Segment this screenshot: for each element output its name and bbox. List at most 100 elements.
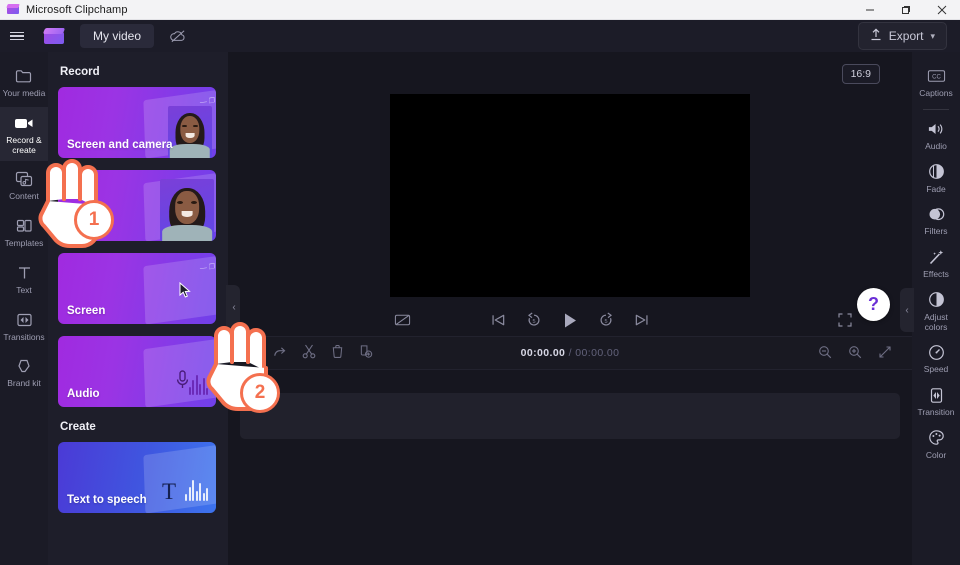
transitions-icon <box>14 311 34 329</box>
clipchamp-window: Microsoft Clipchamp My video Export ▾ Yo… <box>0 0 960 565</box>
tool-label: Speed <box>923 364 949 375</box>
forward-5-seconds-icon[interactable]: 5 <box>598 312 614 328</box>
fit-to-screen-icon[interactable] <box>878 345 892 362</box>
timeline-toolbar: 00:00.00 / 00:00.00 <box>228 336 912 370</box>
tool-speed[interactable]: Speed <box>912 337 960 380</box>
annotation-step-badge-1: 1 <box>74 200 114 240</box>
left-navigation-rail: Your media Record & create Content Templ… <box>0 52 48 565</box>
skip-to-end-icon[interactable] <box>634 313 649 327</box>
time-separator: / <box>568 347 572 359</box>
sidebar-item-brand-kit[interactable]: Brand kit <box>0 350 48 395</box>
sidebar-item-your-media[interactable]: Your media <box>0 60 48 105</box>
mouse-cursor-icon <box>179 281 192 302</box>
playback-controls: 5 5 <box>228 304 912 336</box>
help-question-icon: ? <box>868 294 879 314</box>
chevron-left-icon: ‹ <box>905 304 909 316</box>
sidebar-item-label: Your media <box>2 88 46 98</box>
tool-effects[interactable]: Effects <box>912 242 960 285</box>
tool-color[interactable]: Color <box>912 423 960 466</box>
speedometer-icon <box>926 343 946 361</box>
sidebar-item-text[interactable]: Text <box>0 257 48 302</box>
upload-icon <box>870 28 882 44</box>
divider <box>923 108 949 110</box>
sidebar-item-label: Brand kit <box>7 378 41 389</box>
sidebar-item-transitions[interactable]: Transitions <box>0 304 48 349</box>
create-card-text-to-speech[interactable]: T Text to speech <box>58 442 216 513</box>
project-name-field[interactable]: My video <box>80 24 155 48</box>
sidebar-item-record-and-create[interactable]: Record & create <box>0 106 48 162</box>
tool-label: Transition <box>917 407 955 418</box>
record-card-screen[interactable]: — ❐ Screen <box>58 253 216 324</box>
sidebar-item-label: Transitions <box>3 331 45 342</box>
total-time: 00:00.00 <box>575 347 620 359</box>
chevron-down-icon: ▾ <box>930 30 935 41</box>
closed-captions-icon: CC <box>926 67 946 85</box>
record-card-label: Screen <box>67 305 106 317</box>
speaker-icon <box>926 120 946 138</box>
maximize-icon[interactable] <box>888 0 924 20</box>
play-button[interactable] <box>562 312 578 329</box>
fade-icon <box>926 163 946 181</box>
clipchamp-logo-icon <box>6 3 20 16</box>
tool-fade[interactable]: Fade <box>912 157 960 200</box>
tool-label: Effects <box>923 269 949 280</box>
tool-transition[interactable]: Transition <box>912 380 960 423</box>
export-button[interactable]: Export ▾ <box>857 22 947 50</box>
brand-kit-icon <box>14 357 34 375</box>
zoom-in-icon[interactable] <box>848 345 862 362</box>
record-card-audio[interactable]: Audio <box>58 336 216 407</box>
editor-main-area: 16:9 5 5 00:00.00 / 00:00.00 <box>228 52 912 565</box>
clipchamp-logo-icon <box>42 27 66 45</box>
tool-audio[interactable]: Audio <box>912 114 960 157</box>
folder-icon <box>14 67 34 85</box>
step-number: 2 <box>254 382 266 403</box>
timeline-track-empty[interactable] <box>240 393 900 439</box>
duplicate-icon[interactable] <box>359 344 373 362</box>
window-title: Microsoft Clipchamp <box>26 3 128 16</box>
record-card-screen-and-camera[interactable]: — ❐ Screen and camera <box>58 87 216 158</box>
sidebar-item-label: Text <box>16 284 32 295</box>
title-bar: Microsoft Clipchamp <box>0 0 960 20</box>
record-card-label: Audio <box>67 388 100 400</box>
minimize-icon[interactable] <box>852 0 888 20</box>
chevron-left-icon: ‹ <box>232 301 236 313</box>
timeline-tracks <box>228 370 912 565</box>
cloud-off-icon[interactable] <box>168 26 188 46</box>
camera-thumbnail <box>160 179 214 241</box>
export-button-label: Export <box>888 29 924 43</box>
help-button[interactable]: ? <box>857 288 890 321</box>
properties-collapse-button[interactable]: ‹ <box>900 288 914 332</box>
trash-icon[interactable] <box>331 344 344 362</box>
sidebar-item-label: Record & create <box>6 134 42 155</box>
close-icon[interactable] <box>924 0 960 20</box>
text-t-icon: T <box>161 479 176 504</box>
skip-to-start-icon[interactable] <box>491 313 506 327</box>
svg-text:CC: CC <box>932 73 941 80</box>
scissors-icon[interactable] <box>302 344 316 362</box>
video-preview-canvas[interactable] <box>390 94 750 297</box>
tool-filters[interactable]: Filters <box>912 199 960 242</box>
svg-text:5: 5 <box>532 319 535 325</box>
tool-captions[interactable]: CC Captions <box>912 61 960 104</box>
camera-thumbnail <box>168 106 212 158</box>
zoom-out-icon[interactable] <box>818 345 832 362</box>
filters-icon <box>926 205 946 223</box>
rewind-5-seconds-icon[interactable]: 5 <box>526 312 542 328</box>
hamburger-menu-icon[interactable] <box>0 20 34 52</box>
record-section-heading: Record <box>60 66 100 78</box>
fullscreen-icon[interactable] <box>838 313 852 327</box>
tool-label: Audio <box>925 140 947 151</box>
text-t-icon <box>14 264 34 282</box>
tool-label: Filters <box>924 226 948 237</box>
transition-icon <box>926 386 946 404</box>
tool-adjust-colors[interactable]: Adjust colors <box>912 285 960 338</box>
aspect-ratio-button[interactable]: 16:9 <box>841 64 880 84</box>
annotation-step-badge-2: 2 <box>240 373 280 413</box>
record-and-create-panel: Record — ❐ Screen and camera Camera — ❐ … <box>48 52 228 565</box>
preview-area: 16:9 5 5 <box>228 52 912 335</box>
svg-text:5: 5 <box>604 319 607 325</box>
tool-label: Color <box>925 449 947 460</box>
record-card-label: Screen and camera <box>67 139 173 151</box>
tool-label: Adjust colors <box>924 311 948 332</box>
top-toolbar: My video Export ▾ <box>0 20 960 52</box>
